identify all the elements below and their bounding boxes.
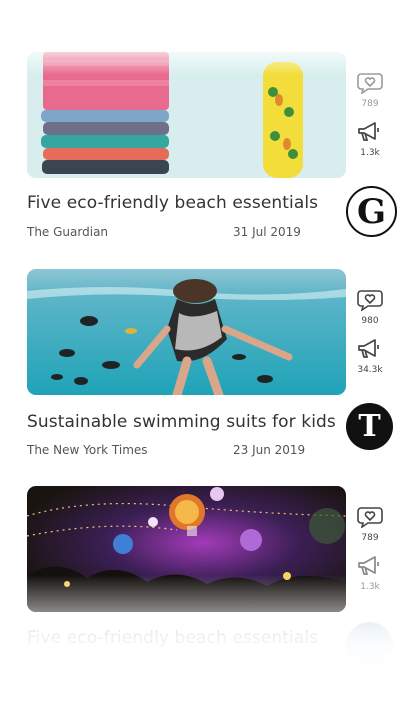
like-count: 789 <box>361 99 379 109</box>
share-count: 1.3k <box>360 582 380 592</box>
publisher-logo[interactable] <box>346 622 393 669</box>
share-count: 1.3k <box>360 148 380 158</box>
megaphone-icon[interactable] <box>352 121 388 147</box>
article-actions: 789 1.3k <box>352 506 388 604</box>
megaphone-icon[interactable] <box>352 555 388 581</box>
article-source: The New York Times <box>27 443 148 457</box>
logo-letter: G <box>356 191 387 232</box>
guardian-logo[interactable]: G <box>346 186 397 237</box>
article-image-swimmer[interactable] <box>27 269 346 395</box>
article-image-lanterns[interactable] <box>27 486 346 612</box>
like-count: 980 <box>361 316 379 326</box>
article-image-towels-bottle[interactable] <box>27 52 346 178</box>
megaphone-icon[interactable] <box>352 338 388 364</box>
article-date: 31 Jul 2019 <box>233 225 301 239</box>
heart-bubble-icon[interactable] <box>352 506 388 532</box>
heart-bubble-icon[interactable] <box>352 289 388 315</box>
article-title[interactable]: Five eco-friendly beach essentials <box>27 193 318 213</box>
nyt-logo[interactable]: T <box>346 403 393 450</box>
share-count: 34.3k <box>357 365 383 375</box>
article-source: The Guardian <box>27 225 109 239</box>
article-feed[interactable]: 789 1.3k Five eco-friendly beach essenti… <box>0 0 404 712</box>
article-actions: 980 34.3k <box>352 289 388 387</box>
article-title[interactable]: Sustainable swimming suits for kids <box>27 412 336 432</box>
article-actions: 789 1.3k <box>352 72 388 170</box>
article-title[interactable]: Five eco-friendly beach essentials <box>27 628 318 648</box>
heart-bubble-icon[interactable] <box>352 72 388 98</box>
like-count: 789 <box>361 533 379 543</box>
article-date: 23 Jun 2019 <box>233 443 306 457</box>
logo-letter: T <box>358 409 381 444</box>
